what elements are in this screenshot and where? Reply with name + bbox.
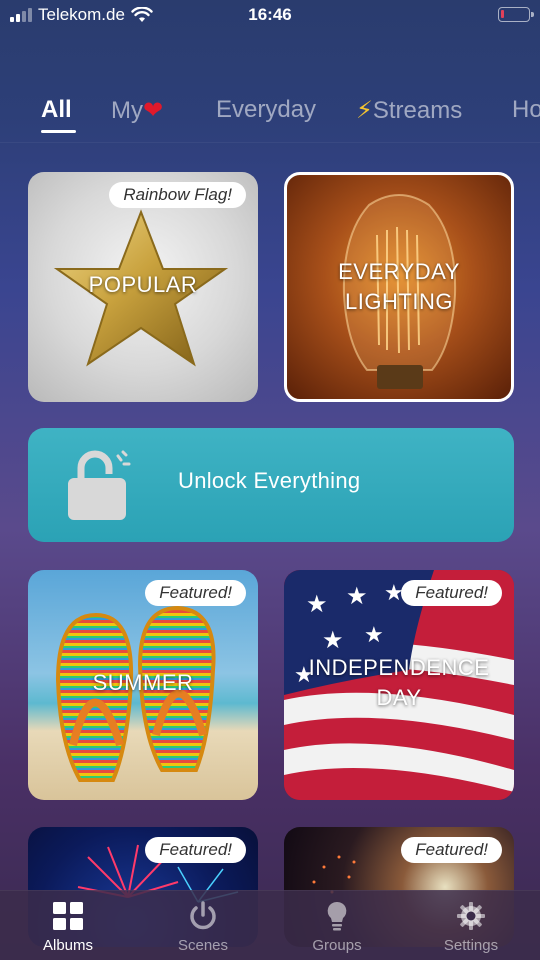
card-badge: Rainbow Flag! bbox=[109, 182, 246, 208]
bulb-icon bbox=[327, 901, 347, 931]
lock-icon bbox=[68, 450, 131, 520]
tabbar-albums[interactable]: Albums bbox=[13, 901, 123, 954]
tabbar-groups-label: Groups bbox=[312, 937, 362, 954]
tab-streams-label: Streams bbox=[372, 97, 463, 124]
album-card-popular[interactable]: Rainbow Flag! POPULAR bbox=[28, 172, 258, 402]
album-card-everyday-lighting[interactable]: EVERYDAY LIGHTING bbox=[284, 172, 514, 402]
gear-icon bbox=[457, 902, 485, 930]
card-title-line1: EVERYDAY bbox=[338, 259, 460, 284]
card-badge: Featured! bbox=[401, 580, 502, 606]
svg-text:★: ★ bbox=[364, 622, 384, 647]
category-tabs: All My❤ Everyday ⚡Streams Ho bbox=[0, 92, 540, 142]
content-divider bbox=[0, 142, 540, 143]
svg-text:★: ★ bbox=[346, 583, 368, 610]
tab-everyday[interactable]: Everyday bbox=[216, 96, 316, 124]
card-title: POPULAR bbox=[88, 272, 198, 297]
tab-holidays[interactable]: Ho bbox=[512, 96, 540, 124]
card-title-line2: DAY bbox=[376, 685, 422, 710]
tab-active-indicator bbox=[41, 130, 76, 133]
svg-text:★: ★ bbox=[306, 591, 328, 618]
status-time: 16:46 bbox=[248, 5, 292, 24]
card-badge: Featured! bbox=[401, 837, 502, 863]
svg-text:★: ★ bbox=[322, 627, 344, 654]
tab-all[interactable]: All bbox=[41, 96, 72, 124]
album-card-independence-day[interactable]: ★ ★ ★ ★ ★ ★ Featured! INDEPENDENCE DAY bbox=[284, 570, 514, 800]
card-badge: Featured! bbox=[145, 580, 246, 606]
battery-icon bbox=[498, 7, 534, 22]
status-bar: Telekom.de 16:46 bbox=[0, 0, 540, 30]
tabbar-settings-label: Settings bbox=[443, 937, 499, 954]
tab-streams[interactable]: ⚡Streams bbox=[356, 96, 462, 125]
heart-icon: ❤ bbox=[143, 97, 164, 124]
tab-my-label: My bbox=[111, 97, 143, 124]
card-title-line2: LIGHTING bbox=[345, 289, 453, 314]
tabbar-scenes[interactable]: Scenes bbox=[148, 901, 258, 954]
tabbar-settings[interactable]: Settings bbox=[416, 901, 526, 954]
unlock-everything-button[interactable]: Unlock Everything bbox=[28, 428, 514, 542]
card-badge: Featured! bbox=[145, 837, 246, 863]
tabbar-groups[interactable]: Groups bbox=[282, 901, 392, 954]
card-title: SUMMER bbox=[92, 670, 194, 695]
tab-my[interactable]: My❤ bbox=[111, 96, 163, 125]
tabbar-scenes-label: Scenes bbox=[177, 937, 229, 954]
unlock-label: Unlock Everything bbox=[178, 468, 361, 493]
bottom-tab-bar: Albums Scenes Groups Settings bbox=[0, 890, 540, 960]
album-card-summer[interactable]: Featured! SUMMER bbox=[28, 570, 258, 800]
power-icon bbox=[190, 901, 216, 930]
tabbar-albums-label: Albums bbox=[42, 937, 94, 954]
bolt-icon: ⚡ bbox=[356, 97, 373, 124]
card-title-line1: INDEPENDENCE bbox=[308, 655, 490, 680]
albums-icon bbox=[53, 902, 83, 930]
